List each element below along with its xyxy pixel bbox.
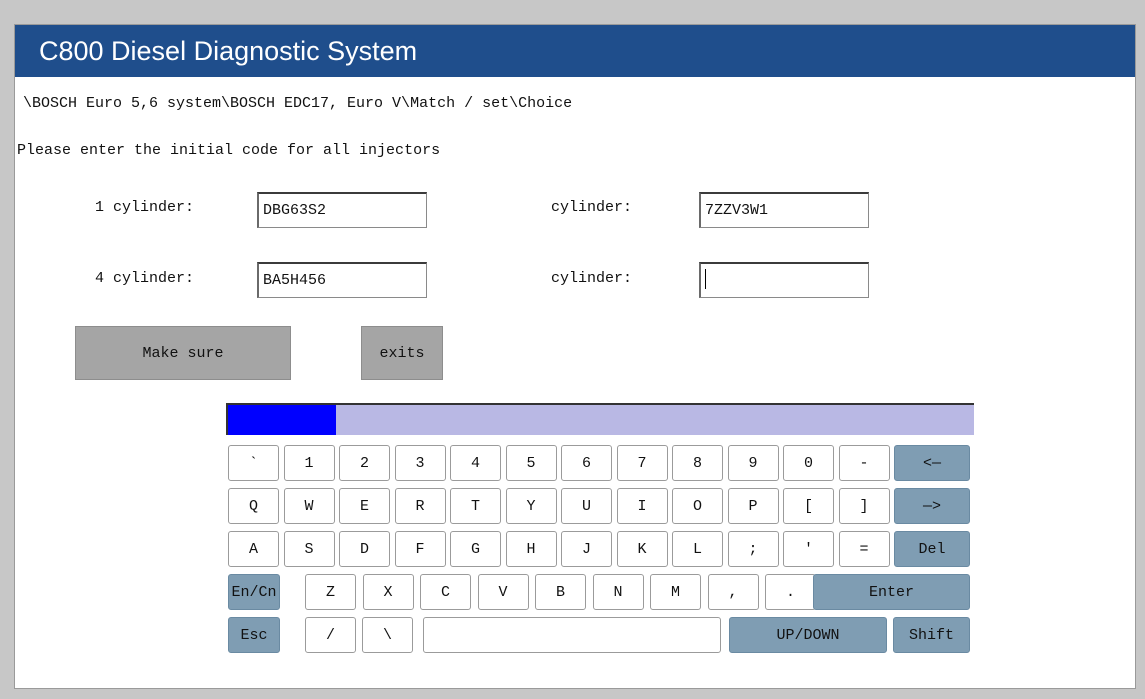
up-down-key[interactable]: UP/DOWN — [729, 617, 887, 653]
key-row3-2[interactable]: D — [339, 531, 390, 567]
key-row4-7[interactable]: , — [707, 574, 759, 610]
key-row2-2[interactable]: E — [339, 488, 390, 524]
key-row4-5[interactable]: N — [592, 574, 644, 610]
key-row2-7[interactable]: I — [616, 488, 668, 524]
key-row3-4[interactable]: G — [450, 531, 501, 567]
slash-key[interactable]: / — [305, 617, 356, 653]
instruction-text: Please enter the initial code for all in… — [17, 142, 441, 159]
key-row2-3[interactable]: R — [394, 488, 446, 524]
enter-key[interactable]: Enter — [813, 574, 970, 610]
make-sure-label: Make sure — [142, 344, 224, 362]
del-key[interactable]: Del — [894, 531, 970, 567]
key-row1-7[interactable]: 7 — [616, 445, 668, 481]
keyboard-selection-indicator — [228, 405, 336, 435]
cylinder-3-label: cylinder: — [551, 270, 633, 287]
en-cn-key[interactable]: En/Cn — [228, 574, 280, 610]
key-row3-7[interactable]: K — [616, 531, 668, 567]
cylinder-3-input[interactable] — [699, 262, 869, 298]
key-row3-9[interactable]: ; — [727, 531, 779, 567]
key-row2-11[interactable]: ] — [838, 488, 890, 524]
key-row2-9[interactable]: P — [727, 488, 779, 524]
key-row4-4[interactable]: B — [535, 574, 586, 610]
key-row3-1[interactable]: S — [283, 531, 335, 567]
key-row1-10[interactable]: 0 — [783, 445, 834, 481]
key-row4-3[interactable]: V — [477, 574, 529, 610]
key-row2-10[interactable]: [ — [783, 488, 834, 524]
cylinder-4-input[interactable]: BA5H456 — [257, 262, 427, 298]
make-sure-button[interactable]: Make sure — [75, 326, 291, 380]
key-row1-0[interactable]: ` — [228, 445, 279, 481]
key-row3-8[interactable]: L — [672, 531, 723, 567]
key-row3-0[interactable]: A — [228, 531, 279, 567]
tab-key[interactable]: —> — [894, 488, 970, 524]
cylinder-2-input[interactable]: 7ZZV3W1 — [699, 192, 869, 228]
shift-key[interactable]: Shift — [893, 617, 970, 653]
key-row1-4[interactable]: 4 — [450, 445, 501, 481]
key-row1-9[interactable]: 9 — [727, 445, 779, 481]
key-row1-3[interactable]: 3 — [394, 445, 446, 481]
key-row1-6[interactable]: 6 — [561, 445, 612, 481]
key-row3-6[interactable]: J — [561, 531, 612, 567]
key-row4-8[interactable]: . — [765, 574, 816, 610]
key-row1-11[interactable]: - — [838, 445, 890, 481]
key-row2-0[interactable]: Q — [228, 488, 279, 524]
key-row4-0[interactable]: Z — [305, 574, 356, 610]
key-row3-3[interactable]: F — [394, 531, 446, 567]
on-screen-keyboard: ` 1 2 3 4 5 6 7 8 9 0- Q W E R T Y U I O P[] A S D F G H J K L; ' = <— —>… — [226, 403, 974, 673]
key-row1-5[interactable]: 5 — [505, 445, 557, 481]
key-row4-1[interactable]: X — [362, 574, 414, 610]
key-row2-4[interactable]: T — [450, 488, 501, 524]
key-row4-2[interactable]: C — [420, 574, 471, 610]
space-key[interactable] — [423, 617, 721, 653]
breadcrumb: \BOSCH Euro 5,6 system\BOSCH EDC17, Euro… — [23, 95, 573, 112]
key-row2-6[interactable]: U — [561, 488, 612, 524]
text-caret — [705, 269, 706, 289]
esc-key[interactable]: Esc — [228, 617, 280, 653]
key-row1-2[interactable]: 2 — [339, 445, 390, 481]
key-row4-6[interactable]: M — [650, 574, 701, 610]
key-row2-8[interactable]: O — [672, 488, 723, 524]
exits-label: exits — [379, 344, 425, 362]
cylinder-2-label: cylinder: — [551, 199, 633, 216]
key-row2-1[interactable]: W — [283, 488, 335, 524]
key-row3-5[interactable]: H — [505, 531, 557, 567]
key-row3-11[interactable]: = — [838, 531, 890, 567]
cylinder-1-label: 1 cylinder: — [95, 199, 195, 216]
backslash-key[interactable]: \ — [362, 617, 413, 653]
key-row3-10[interactable]: ' — [783, 531, 834, 567]
exits-button[interactable]: exits — [361, 326, 443, 380]
key-row1-1[interactable]: 1 — [283, 445, 335, 481]
window-title: C800 Diesel Diagnostic System — [15, 25, 1135, 77]
cylinder-1-input[interactable]: DBG63S2 — [257, 192, 427, 228]
key-row2-5[interactable]: Y — [505, 488, 557, 524]
app-window: C800 Diesel Diagnostic System \BOSCH Eur… — [14, 24, 1136, 689]
cylinder-4-label: 4 cylinder: — [95, 270, 195, 287]
backspace-key[interactable]: <— — [894, 445, 970, 481]
key-row1-8[interactable]: 8 — [672, 445, 723, 481]
keyboard-candidate-bar — [226, 403, 974, 435]
